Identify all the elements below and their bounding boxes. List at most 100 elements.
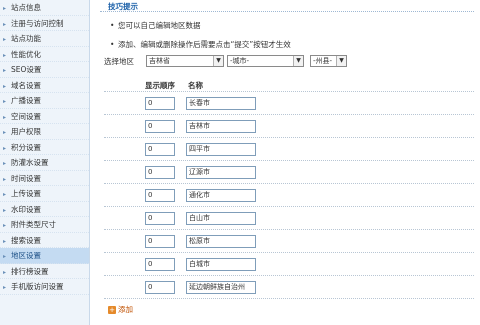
sidebar-item-label: 广播设置 xyxy=(11,96,41,105)
sidebar-item[interactable]: ▸ 上传设置 xyxy=(0,186,89,202)
chevron-right-icon: ▸ xyxy=(3,253,7,260)
chevron-right-icon: ▸ xyxy=(3,237,7,245)
sidebar-item-label: 域名设置 xyxy=(11,80,41,90)
tip-line: • 您可以自己编辑地区数据 xyxy=(110,21,201,30)
order-input[interactable]: 0 xyxy=(145,235,175,248)
chevron-right-icon: ▸ xyxy=(3,82,7,90)
sidebar-item[interactable]: ▸ 水印设置 xyxy=(0,202,89,217)
sidebar-item-label: SEO设置 xyxy=(11,65,42,74)
name-input[interactable]: 长春市 xyxy=(186,97,256,110)
row-divider xyxy=(104,275,474,276)
sidebar-item-label: 时间设置 xyxy=(11,173,41,183)
divider xyxy=(100,11,474,12)
order-input[interactable]: 0 xyxy=(145,143,175,156)
name-input[interactable]: 通化市 xyxy=(186,189,256,202)
sidebar-item[interactable]: ▸ 性能优化 xyxy=(0,47,89,62)
region-label: 选择地区 xyxy=(104,57,134,66)
sidebar-item[interactable]: ▸ 注册与访问控制 xyxy=(0,16,89,31)
sidebar-item[interactable]: ▸ 时间设置 xyxy=(0,171,89,186)
sidebar-item-label: 水印设置 xyxy=(11,204,41,214)
sidebar-item-label: 附件类型尺寸 xyxy=(11,220,56,229)
row-divider xyxy=(104,114,474,115)
chevron-right-icon: ▸ xyxy=(3,144,7,152)
name-input[interactable]: 松原市 xyxy=(186,235,256,248)
sidebar-item-label: 积分设置 xyxy=(11,142,41,152)
order-input[interactable]: 0 xyxy=(145,189,175,202)
province-select[interactable]: 吉林省 ▼ xyxy=(146,55,224,67)
main-panel: 技巧提示 • 您可以自己编辑地区数据 • 添加、编辑或删除操作后需要点击“提交”按钮… xyxy=(100,0,480,325)
sidebar-item-label: 用户权限 xyxy=(11,127,41,136)
sidebar-item[interactable]: ▸ 用户权限 xyxy=(0,124,89,140)
sidebar-item-label: 站点功能 xyxy=(11,34,41,43)
name-input[interactable]: 白山市 xyxy=(186,212,256,225)
sidebar-item-label: 地区设置 xyxy=(11,251,41,260)
name-input[interactable]: 吉林市 xyxy=(186,120,256,133)
chevron-right-icon: ▸ xyxy=(3,67,7,74)
name-input[interactable]: 四平市 xyxy=(186,143,256,156)
chevron-right-icon: ▸ xyxy=(3,175,7,183)
name-input[interactable]: 白城市 xyxy=(186,258,256,271)
sidebar-item[interactable]: ▸ 排行榜设置 xyxy=(0,264,89,279)
chevron-right-icon: ▸ xyxy=(3,129,7,136)
sidebar-item-label: 站点信息 xyxy=(11,3,41,12)
tip-line: • 添加、编辑或删除操作后需要点击“提交”按钮才生效 xyxy=(110,40,291,49)
chevron-down-icon: ▼ xyxy=(293,56,303,66)
sidebar-item-label: 性能优化 xyxy=(11,49,41,59)
chevron-right-icon: ▸ xyxy=(3,222,7,229)
sidebar-item[interactable]: ▸ 手机版访问设置 xyxy=(0,279,89,295)
chevron-right-icon: ▸ xyxy=(3,36,7,43)
chevron-down-icon: ▼ xyxy=(213,56,223,66)
sidebar-item[interactable]: ▸ 空间设置 xyxy=(0,109,89,124)
plus-icon: + xyxy=(108,306,116,314)
chevron-right-icon: ▸ xyxy=(3,268,7,276)
chevron-right-icon: ▸ xyxy=(3,191,7,198)
city-select[interactable]: -城市- ▼ xyxy=(227,55,304,67)
county-select[interactable]: -州县- ▼ xyxy=(310,55,347,67)
sidebar-item[interactable]: ▸ 搜索设置 xyxy=(0,233,89,248)
row-divider xyxy=(104,298,474,299)
column-header-name: 名称 xyxy=(188,81,203,90)
order-input[interactable]: 0 xyxy=(145,258,175,271)
order-input[interactable]: 0 xyxy=(145,97,175,110)
chevron-right-icon: ▸ xyxy=(3,113,7,121)
order-input[interactable]: 0 xyxy=(145,212,175,225)
sidebar-item-label: 排行榜设置 xyxy=(11,266,49,276)
chevron-right-icon: ▸ xyxy=(3,160,7,167)
order-input[interactable]: 0 xyxy=(145,166,175,179)
row-divider xyxy=(104,183,474,184)
sidebar-item-label: 搜索设置 xyxy=(11,235,41,245)
sidebar-item-label: 空间设置 xyxy=(11,111,41,121)
name-input[interactable]: 辽源市 xyxy=(186,166,256,179)
column-header-order: 显示顺序 xyxy=(145,81,175,90)
sidebar-item-label: 手机版访问设置 xyxy=(11,282,64,291)
row-divider xyxy=(104,252,474,253)
sidebar-item[interactable]: ▸ 积分设置 xyxy=(0,140,89,155)
chevron-right-icon: ▸ xyxy=(3,206,7,214)
chevron-right-icon: ▸ xyxy=(3,51,7,59)
sidebar-item[interactable]: ▸ 站点功能 xyxy=(0,31,89,47)
name-input[interactable]: 延边朝鲜族自治州 xyxy=(186,281,256,294)
sidebar-item[interactable]: ▸ 防灌水设置 xyxy=(0,155,89,171)
chevron-down-icon: ▼ xyxy=(336,56,346,66)
sidebar-item-label: 防灌水设置 xyxy=(11,158,49,167)
chevron-right-icon: ▸ xyxy=(3,5,7,12)
sidebar-item[interactable]: ▸ 广播设置 xyxy=(0,93,89,109)
sidebar-item[interactable]: ▸ 地区设置 xyxy=(0,248,89,264)
sidebar-item[interactable]: ▸ 附件类型尺寸 xyxy=(0,217,89,233)
sidebar-item-label: 上传设置 xyxy=(11,189,41,198)
chevron-right-icon: ▸ xyxy=(3,284,7,291)
sidebar-item[interactable]: ▸ 站点信息 xyxy=(0,0,89,16)
order-input[interactable]: 0 xyxy=(145,120,175,133)
row-divider xyxy=(104,229,474,230)
row-divider xyxy=(104,206,474,207)
sidebar-item[interactable]: ▸ SEO设置 xyxy=(0,62,89,78)
row-divider xyxy=(104,91,474,92)
row-divider xyxy=(104,137,474,138)
sidebar-item[interactable]: ▸ 域名设置 xyxy=(0,78,89,93)
chevron-right-icon: ▸ xyxy=(3,20,7,28)
order-input[interactable]: 0 xyxy=(145,281,175,294)
add-button[interactable]: + 添加 xyxy=(108,304,133,315)
row-divider xyxy=(104,160,474,161)
bullet-icon: • xyxy=(110,21,115,30)
sidebar-item-label: 注册与访问控制 xyxy=(11,18,64,28)
